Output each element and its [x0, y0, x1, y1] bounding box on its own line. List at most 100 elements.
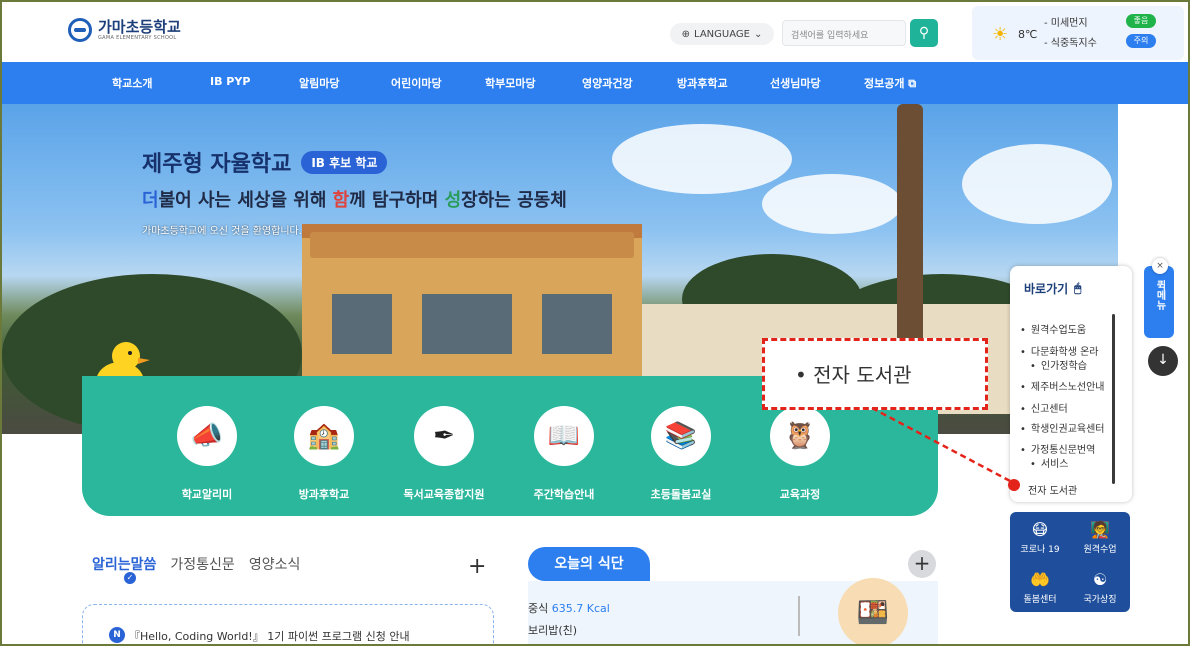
shortcut-item-remote-help[interactable]: 원격수업도움 [1020, 324, 1086, 337]
click-cursor-icon: 🖱 [1074, 281, 1082, 295]
grid-care-center[interactable]: 🤲 돌봄센터 [1010, 570, 1070, 605]
callout-connector-line [871, 406, 1013, 484]
meal-divider [798, 596, 800, 636]
grid-remote-class[interactable]: 🧑‍🏫 원격수업 [1070, 520, 1130, 555]
callout-box: • 전자 도서관 [762, 338, 988, 410]
nav-item-ib-pyp[interactable]: IB PYP [210, 75, 250, 88]
search-input[interactable]: 검색어를 입력하세요 [782, 20, 906, 46]
notice-title[interactable]: 『Hello, Coding World!』 1기 파이썬 프로그램 신청 안내 [129, 628, 410, 644]
nav-item-notices[interactable]: 알림마당 [299, 75, 339, 91]
service-weekly-plan[interactable]: 📖 주간학습안내 [519, 406, 609, 502]
grid-label: 국가상징 [1083, 595, 1117, 605]
cloud [612, 124, 792, 194]
book-quill-icon: ✒ [414, 406, 474, 466]
logo-mark-icon [68, 18, 92, 42]
books-stack-icon: 📚 [651, 406, 711, 466]
language-label: LANGUAGE [694, 28, 750, 40]
slogan-text: 장하는 공동체 [461, 190, 567, 211]
shortcut-item-report-center[interactable]: 신고센터 [1020, 403, 1068, 416]
food-poison-badge: 주의 [1126, 34, 1156, 48]
shortcut-item-translation-cont[interactable]: 서비스 [1020, 458, 1069, 471]
shortcut-item-multicultural-cont[interactable]: 인가정학습 [1020, 360, 1087, 373]
notice-more-button[interactable]: + [468, 554, 486, 579]
megaphone-icon: 📣 [177, 406, 237, 466]
tab-announcements[interactable]: 알리는말씀 [92, 554, 156, 584]
close-icon[interactable]: × [1152, 258, 1168, 274]
search-icon: ⚲ [918, 25, 930, 41]
slogan-accent: 함 [332, 190, 350, 211]
open-book-icon: 📖 [534, 406, 594, 466]
hero-slogan: 더불어 사는 세상을 위해 함께 탐구하며 성장하는 공동체 [142, 186, 567, 212]
school-icon: 🏫 [294, 406, 354, 466]
service-label: 독서교육종합지원 [403, 488, 485, 501]
weather-widget: ☀ 8℃ - 미세먼지 - 식중독지수 좋음 주의 [972, 6, 1184, 60]
e-library-label: 전자 도서관 [1028, 486, 1078, 497]
service-label: 주간학습안내 [533, 488, 595, 501]
meal-more-button[interactable]: + [908, 550, 936, 578]
service-label: 초등돌봄교실 [650, 488, 712, 501]
service-after-school[interactable]: 🏫 방과후학교 [279, 406, 369, 502]
service-icon-grid: 😷 코로나 19 🧑‍🏫 원격수업 🤲 돌봄센터 ☯ 국가상징 [1010, 512, 1130, 612]
nav-item-nutrition[interactable]: 영양과건강 [582, 75, 633, 91]
shortcut-item-rights-center[interactable]: 학생인권교육센터 [1020, 423, 1105, 436]
sun-icon: ☀ [992, 24, 1009, 45]
meal-dish: 보리밥(친) [528, 624, 578, 637]
hero-welcome: 가마초등학교에 오신 것을 환영합니다. [142, 226, 302, 237]
cloud [762, 174, 902, 234]
nav-item-school-intro[interactable]: 학교소개 [112, 75, 152, 91]
grid-covid19[interactable]: 😷 코로나 19 [1010, 520, 1070, 555]
fine-dust-label: - 미세먼지 [1044, 18, 1088, 29]
nav-item-kids[interactable]: 어린이마당 [391, 75, 442, 91]
slogan-text: 께 탐구하며 [349, 190, 445, 211]
globe-icon: ⊕ [681, 28, 691, 40]
shortcut-item-translation[interactable]: 가정통신문번역 [1020, 444, 1095, 457]
service-label: 학교알리미 [181, 488, 233, 501]
service-care-class[interactable]: 📚 초등돌봄교실 [636, 406, 726, 502]
meal-name: 중식 [528, 602, 549, 615]
grid-label: 원격수업 [1083, 545, 1117, 555]
browser-frame: 가마초등학교 GAMA ELEMENTARY SCHOOL ⊕ LANGUAGE… [0, 0, 1190, 646]
temperature: 8℃ [1018, 28, 1038, 41]
meal-plate-icon: 🍱 [838, 578, 908, 644]
korea-flag-icon: ☯ [1092, 570, 1108, 589]
nav-item-after-school[interactable]: 방과후학교 [677, 75, 728, 91]
shortcut-title-text: 바로가기 [1024, 282, 1069, 296]
shortcut-item-multicultural[interactable]: 다문화학생 온라 [1020, 346, 1099, 359]
quick-menu-tab[interactable]: 퀵메뉴 [1144, 266, 1174, 338]
search-button[interactable]: ⚲ [910, 19, 938, 47]
meal-tab[interactable]: 오늘의 식단 [528, 547, 650, 581]
hero-title: 제주형 자율학교 IB 후보 학교 [142, 146, 388, 178]
slogan-accent: 더 [142, 190, 159, 211]
school-logo[interactable]: 가마초등학교 GAMA ELEMENTARY SCHOOL [68, 18, 181, 42]
notice-card[interactable]: N 『Hello, Coding World!』 1기 파이썬 프로그램 신청 … [82, 604, 494, 644]
shortcut-item-bus-route[interactable]: 제주버스노선안내 [1020, 381, 1105, 394]
shortcut-scrollbar[interactable] [1112, 314, 1115, 484]
nav-item-parents[interactable]: 학부모마당 [485, 75, 536, 91]
meal-type: 중식 635.7 Kcal [528, 600, 610, 616]
new-badge: N [109, 627, 125, 643]
logo-name: 가마초등학교 [98, 18, 181, 36]
meal-kcal: 635.7 Kcal [551, 602, 610, 615]
slogan-accent: 성 [444, 190, 462, 211]
tab-nutrition-news[interactable]: 영양소식 [249, 554, 301, 574]
service-curriculum[interactable]: 🦉 교육과정 [755, 406, 845, 502]
care-hand-icon: 🤲 [1030, 570, 1050, 589]
service-school-info[interactable]: 📣 학교알리미 [162, 406, 252, 502]
download-arrow-button[interactable]: ↓ [1148, 346, 1178, 376]
service-reading-support[interactable]: ✒ 독서교육종합지원 [399, 406, 489, 502]
nav-item-disclosure[interactable]: 정보공개 ⧉ [864, 75, 916, 91]
logo-subtitle: GAMA ELEMENTARY SCHOOL [98, 35, 177, 41]
cloud [962, 144, 1112, 224]
shortcut-title: 바로가기 🖱 [1024, 280, 1081, 297]
quick-menu-label: 퀵메뉴 [1154, 280, 1165, 310]
callout-text: • 전자 도서관 [795, 363, 912, 387]
owl-icon: 🦉 [770, 406, 830, 466]
window [422, 294, 512, 354]
language-select[interactable]: ⊕ LANGUAGE ⌄ [670, 23, 774, 45]
nav-item-teachers[interactable]: 선생님마당 [770, 75, 821, 91]
mask-icon: 😷 [1031, 520, 1049, 539]
hero-title-text: 제주형 자율학교 [142, 152, 292, 177]
grid-national-symbol[interactable]: ☯ 국가상징 [1070, 570, 1130, 605]
tab-newsletters[interactable]: 가정통신문 [170, 554, 234, 574]
shortcut-item-e-library[interactable]: 전자 도서관 [1028, 479, 1118, 501]
